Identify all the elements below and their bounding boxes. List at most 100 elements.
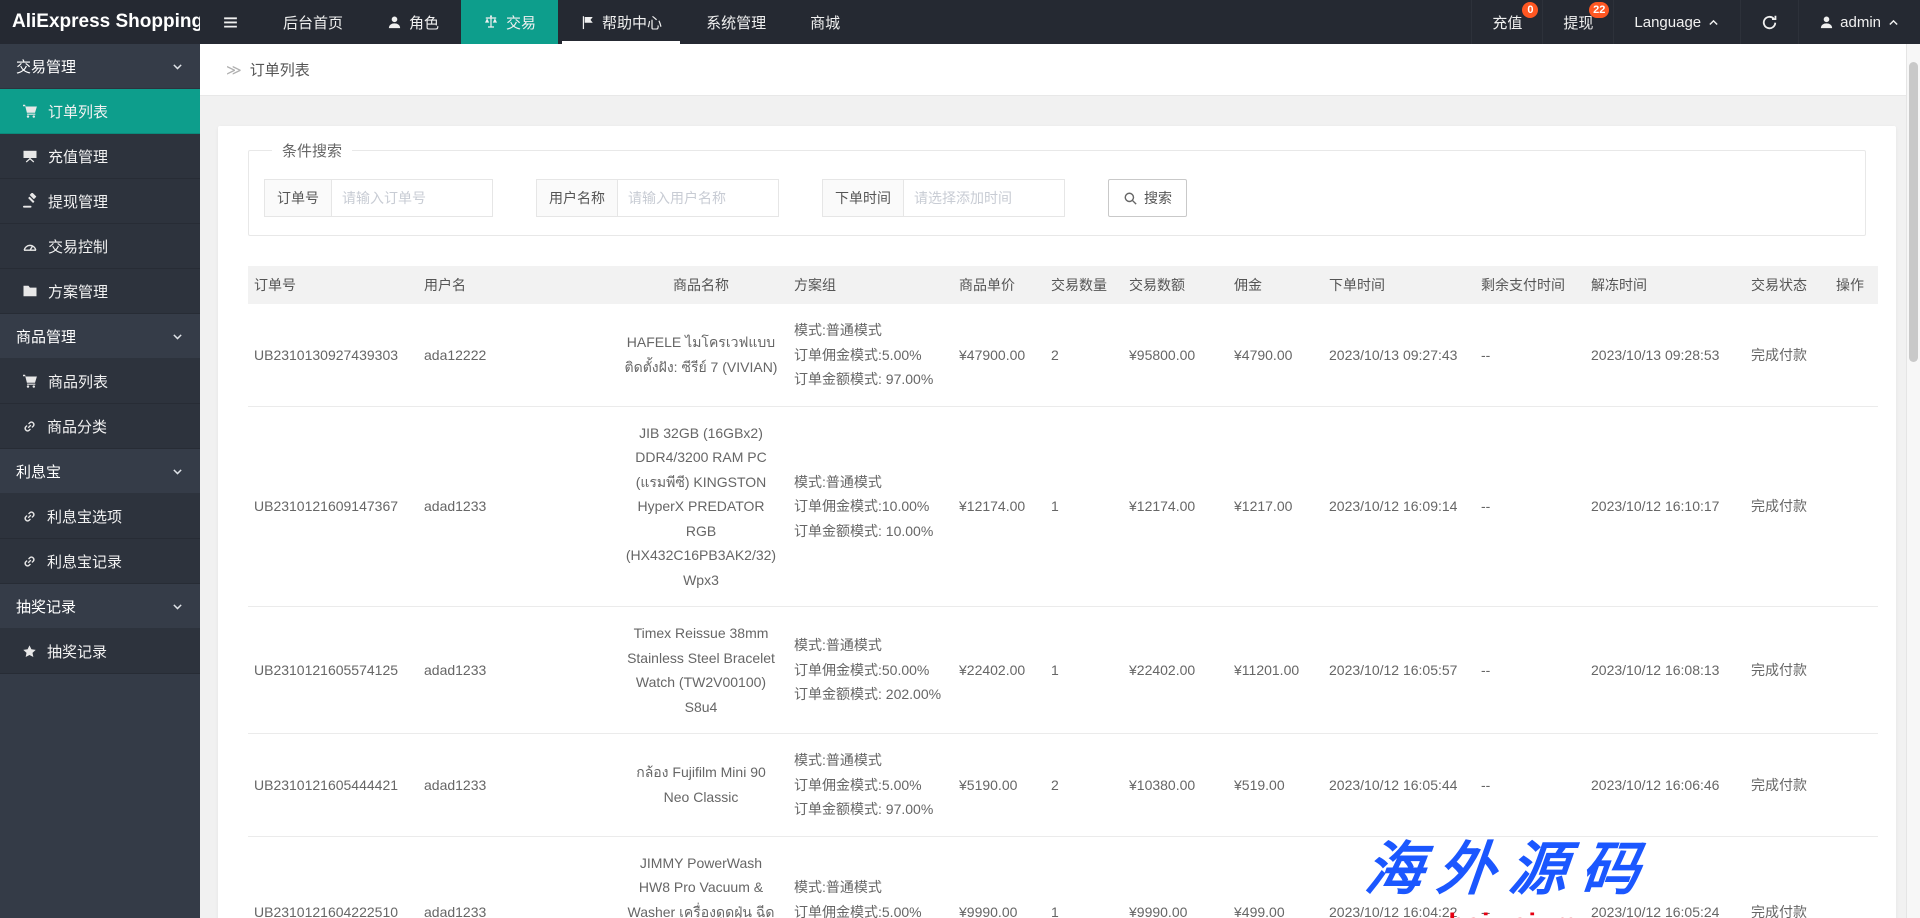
cell-amount: ¥9990.00 (1123, 836, 1228, 918)
sidebar-group-12[interactable]: 抽奖记录 (0, 584, 200, 629)
cell-remaining_pay_time: -- (1475, 606, 1585, 734)
topbar-recharge-badge: 0 (1522, 2, 1539, 18)
cell-order_time: 2023/10/12 16:05:44 (1323, 733, 1475, 837)
cell-quantity: 2 (1045, 304, 1123, 407)
sidebar-item-label: 利息宝选项 (47, 508, 123, 526)
col-header-commission: 佣金 (1228, 266, 1323, 304)
search-field-label: 订单号 (264, 179, 331, 217)
topbar-recharge[interactable]: 充值 0 (1471, 0, 1542, 44)
cell-status: 完成付款 (1745, 733, 1830, 837)
sidebar-item-1[interactable]: 订单列表 (0, 89, 200, 134)
sidebar-item-label: 商品分类 (47, 418, 108, 436)
cell-username: adad1233 (418, 733, 618, 837)
link-icon (22, 554, 37, 569)
cell-commission: ¥519.00 (1228, 733, 1323, 837)
cell-status: 完成付款 (1745, 606, 1830, 734)
sidebar-item-5[interactable]: 方案管理 (0, 269, 200, 314)
search-field-label: 用户名称 (536, 179, 617, 217)
cell-action (1830, 733, 1878, 837)
cell-amount: ¥95800.00 (1123, 304, 1228, 407)
sidebar-item-10[interactable]: 利息宝选项 (0, 494, 200, 539)
cell-commission: ¥499.00 (1228, 836, 1323, 918)
topbar-language[interactable]: Language (1613, 0, 1740, 44)
page-title: 订单列表 (249, 62, 310, 79)
search-input-2[interactable] (903, 179, 1065, 217)
cell-username: adad1233 (418, 406, 618, 607)
link-icon (22, 419, 37, 434)
nav-item-trade[interactable]: 交易 (461, 0, 559, 44)
sidebar-item-7[interactable]: 商品列表 (0, 359, 200, 404)
chevron-up-icon (1707, 16, 1720, 29)
topbar-refresh[interactable] (1740, 0, 1798, 44)
sidebar-item-4[interactable]: 交易控制 (0, 224, 200, 269)
cart-icon (22, 373, 38, 389)
nav-item-label: 系统管理 (706, 14, 767, 32)
plan-line: 订单佣金模式:10.00% (794, 498, 930, 514)
sidebar-item-11[interactable]: 利息宝记录 (0, 539, 200, 584)
col-header-username: 用户名 (418, 266, 618, 304)
cell-plan: 模式:普通模式订单佣金模式:5.00%订单金额模式: 97.00% (788, 836, 953, 918)
user-icon (387, 15, 402, 30)
folder-icon (22, 283, 38, 299)
col-header-unfreeze_time: 解冻时间 (1585, 266, 1745, 304)
sidebar-item-label: 充值管理 (48, 148, 109, 166)
nav-item-role[interactable]: 角色 (365, 0, 461, 44)
nav-item-menu-toggle[interactable] (200, 0, 261, 44)
cell-action (1830, 606, 1878, 734)
nav-item-mall[interactable]: 商城 (788, 0, 862, 44)
col-header-remaining_pay_time: 剩余支付时间 (1475, 266, 1585, 304)
nav-item-home[interactable]: 后台首页 (261, 0, 365, 44)
cell-order_no: UB2310121605444421 (248, 733, 418, 837)
topbar-recharge-label: 充值 (1492, 14, 1523, 32)
cell-product: Timex Reissue 38mm Stainless Steel Brace… (618, 606, 788, 734)
search-input-0[interactable] (331, 179, 493, 217)
nav-item-label: 后台首页 (283, 14, 344, 32)
cell-action (1830, 406, 1878, 607)
sidebar-item-8[interactable]: 商品分类 (0, 404, 200, 449)
topbar-language-label: Language (1634, 13, 1702, 31)
cell-commission: ¥11201.00 (1228, 606, 1323, 734)
refresh-icon (1761, 14, 1778, 31)
sidebar-group-0[interactable]: 交易管理 (0, 44, 200, 89)
main-area: ≫ 订单列表 条件搜索 订单号用户名称下单时间 搜索 订单号用户名商品名称方案组… (200, 0, 1920, 918)
chevron-up-icon (1887, 16, 1900, 29)
scrollbar-thumb[interactable] (1909, 62, 1918, 362)
cell-order_no: UB2310121609147367 (248, 406, 418, 607)
topbar-withdraw[interactable]: 提现 22 (1542, 0, 1613, 44)
nav-item-system[interactable]: 系统管理 (684, 0, 788, 44)
sidebar-item-label: 提现管理 (48, 193, 109, 211)
search-field-group-0: 订单号 (264, 179, 493, 217)
sidebar-group-9[interactable]: 利息宝 (0, 449, 200, 494)
cell-remaining_pay_time: -- (1475, 406, 1585, 607)
nav-item-label: 帮助中心 (602, 14, 663, 32)
plan-line: 模式:普通模式 (794, 637, 882, 654)
sidebar-item-13[interactable]: 抽奖记录 (0, 629, 200, 674)
cell-product: JIMMY PowerWash HW8 Pro Vacuum & Washer … (618, 836, 788, 918)
sidebar-item-label: 方案管理 (48, 283, 109, 301)
orders-table: 订单号 用户名 商品名称 方案组 商品单价 交易数量 交易数额 佣金 下单时间 剩余支付时间 解冻时… (248, 266, 1878, 918)
plan-line: 模式:普通模式 (794, 322, 882, 338)
chevron-down-icon (171, 60, 184, 73)
nav-item-help[interactable]: 帮助中心 (558, 0, 684, 44)
content-area: 条件搜索 订单号用户名称下单时间 搜索 订单号用户名商品名称方案组商品单价交易数… (200, 96, 1920, 918)
search-input-1[interactable] (617, 179, 779, 217)
flag-icon (580, 15, 595, 30)
col-header-plan: 方案组 (788, 266, 953, 304)
cell-remaining_pay_time: -- (1475, 304, 1585, 407)
sidebar-item-3[interactable]: 提现管理 (0, 179, 200, 224)
cell-plan: 模式:普通模式订单佣金模式:5.00%订单金额模式: 97.00% (788, 733, 953, 837)
sidebar-group-6[interactable]: 商品管理 (0, 314, 200, 359)
user-icon (1819, 15, 1834, 30)
search-legend: 条件搜索 (282, 143, 343, 160)
sidebar-item-2[interactable]: 充值管理 (0, 134, 200, 179)
app-title: AliExpress Shopping... (12, 11, 200, 32)
cell-amount: ¥12174.00 (1123, 406, 1228, 607)
search-button[interactable]: 搜索 (1108, 179, 1187, 217)
page-scrollbar[interactable] (1906, 44, 1920, 918)
cell-product: JIB 32GB (16GBx2) DDR4/3200 RAM PC (แรมพ… (618, 406, 788, 607)
col-header-quantity: 交易数量 (1045, 266, 1123, 304)
topbar-admin[interactable]: admin (1798, 0, 1920, 44)
sidebar-item-label: 订单列表 (48, 103, 109, 121)
cell-quantity: 2 (1045, 733, 1123, 837)
star-icon (22, 644, 37, 659)
